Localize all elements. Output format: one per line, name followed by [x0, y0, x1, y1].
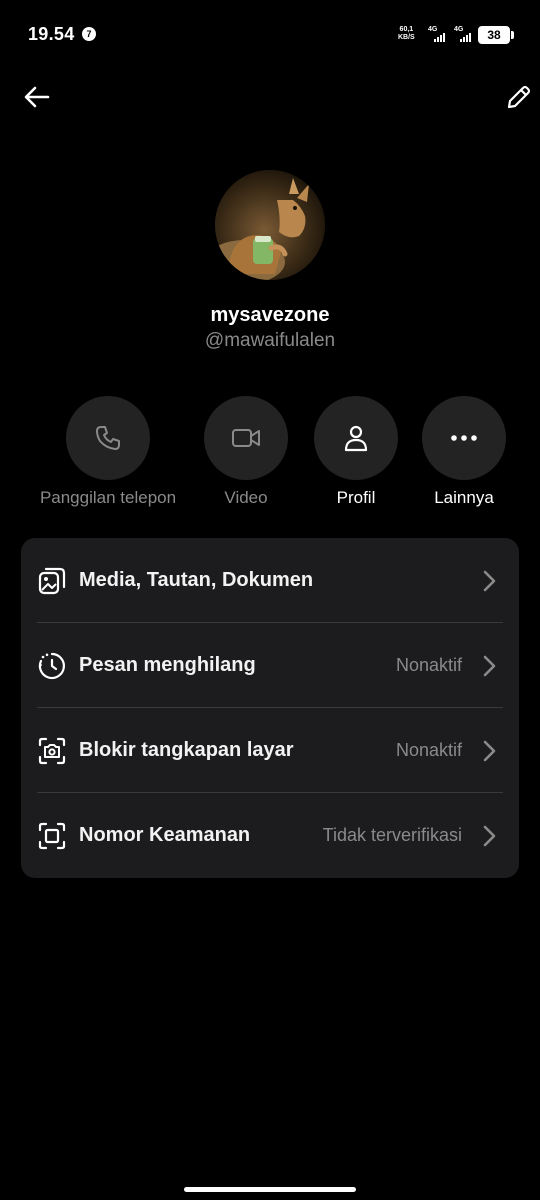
notification-count-badge: 7	[82, 27, 96, 41]
settings-row-value: Tidak terverifikasi	[322, 825, 462, 845]
avatar-image	[215, 170, 325, 280]
phone-call-label: Panggilan telepon	[39, 488, 177, 507]
settings-row-block-screenshots[interactable]: Blokir tangkapan layar Nonaktif	[21, 708, 519, 793]
battery-icon: 38	[478, 26, 514, 44]
conversation-settings-card: Media, Tautan, Dokumen Pesan menghilang …	[21, 538, 519, 878]
display-name: mysavezone	[210, 304, 330, 326]
video-camera-icon	[232, 429, 260, 447]
network-speed: 60,1 KB/S	[398, 26, 415, 42]
network-speed-unit: KB/S	[398, 34, 415, 41]
more-dots-icon	[451, 435, 477, 441]
home-indicator[interactable]	[184, 1187, 356, 1192]
edit-button[interactable]	[499, 77, 539, 117]
chevron-right-icon	[483, 655, 496, 676]
profile-circle[interactable]	[314, 396, 398, 480]
video-call-button[interactable]: Video	[196, 396, 296, 508]
settings-row-title: Pesan menghilang	[79, 654, 256, 676]
profile-button[interactable]: Profil	[306, 396, 406, 508]
screenshot-camera-icon	[38, 737, 66, 765]
status-bar: 19.54 7 60,1 KB/S 4G 4G 38	[0, 0, 540, 70]
settings-row-disappearing-messages[interactable]: Pesan menghilang Nonaktif	[21, 623, 519, 708]
settings-row-value: Nonaktif	[395, 655, 462, 675]
video-call-circle[interactable]	[204, 396, 288, 480]
phone-call-circle[interactable]	[66, 396, 150, 480]
chevron-right-icon	[483, 825, 496, 846]
chevron-right-icon	[483, 570, 496, 591]
phone-icon	[96, 426, 120, 450]
settings-row-title: Media, Tautan, Dokumen	[79, 569, 314, 591]
status-time: 19.54	[28, 24, 75, 44]
phone-call-button[interactable]: Panggilan telepon	[34, 396, 182, 508]
arrow-left-icon	[24, 86, 50, 108]
settings-row-title: Nomor Keamanan	[79, 824, 251, 846]
settings-row-value: Nonaktif	[395, 740, 462, 760]
media-gallery-icon	[38, 567, 66, 595]
pencil-icon	[507, 85, 531, 109]
person-icon	[344, 425, 368, 452]
security-scan-icon	[38, 822, 66, 850]
signal-icon-sim2: 4G	[454, 26, 474, 42]
signal-type-label: 4G	[454, 26, 464, 33]
network-speed-value: 60,1	[399, 26, 414, 33]
more-button[interactable]: Lainnya	[414, 396, 514, 508]
signal-icon-sim1: 4G	[428, 26, 448, 42]
video-call-label: Video	[224, 488, 268, 507]
settings-row-title: Blokir tangkapan layar	[79, 739, 294, 761]
profile-label: Profil	[336, 488, 376, 507]
chevron-right-icon	[483, 740, 496, 761]
timer-icon	[38, 652, 65, 680]
more-circle[interactable]	[422, 396, 506, 480]
back-button[interactable]	[17, 77, 57, 117]
more-label: Lainnya	[434, 488, 494, 507]
username: @mawaifulalen	[204, 330, 336, 351]
settings-row-safety-number[interactable]: Nomor Keamanan Tidak terverifikasi	[21, 793, 519, 878]
avatar[interactable]	[215, 170, 325, 280]
settings-row-media[interactable]: Media, Tautan, Dokumen	[21, 538, 519, 623]
signal-type-label: 4G	[428, 26, 438, 33]
